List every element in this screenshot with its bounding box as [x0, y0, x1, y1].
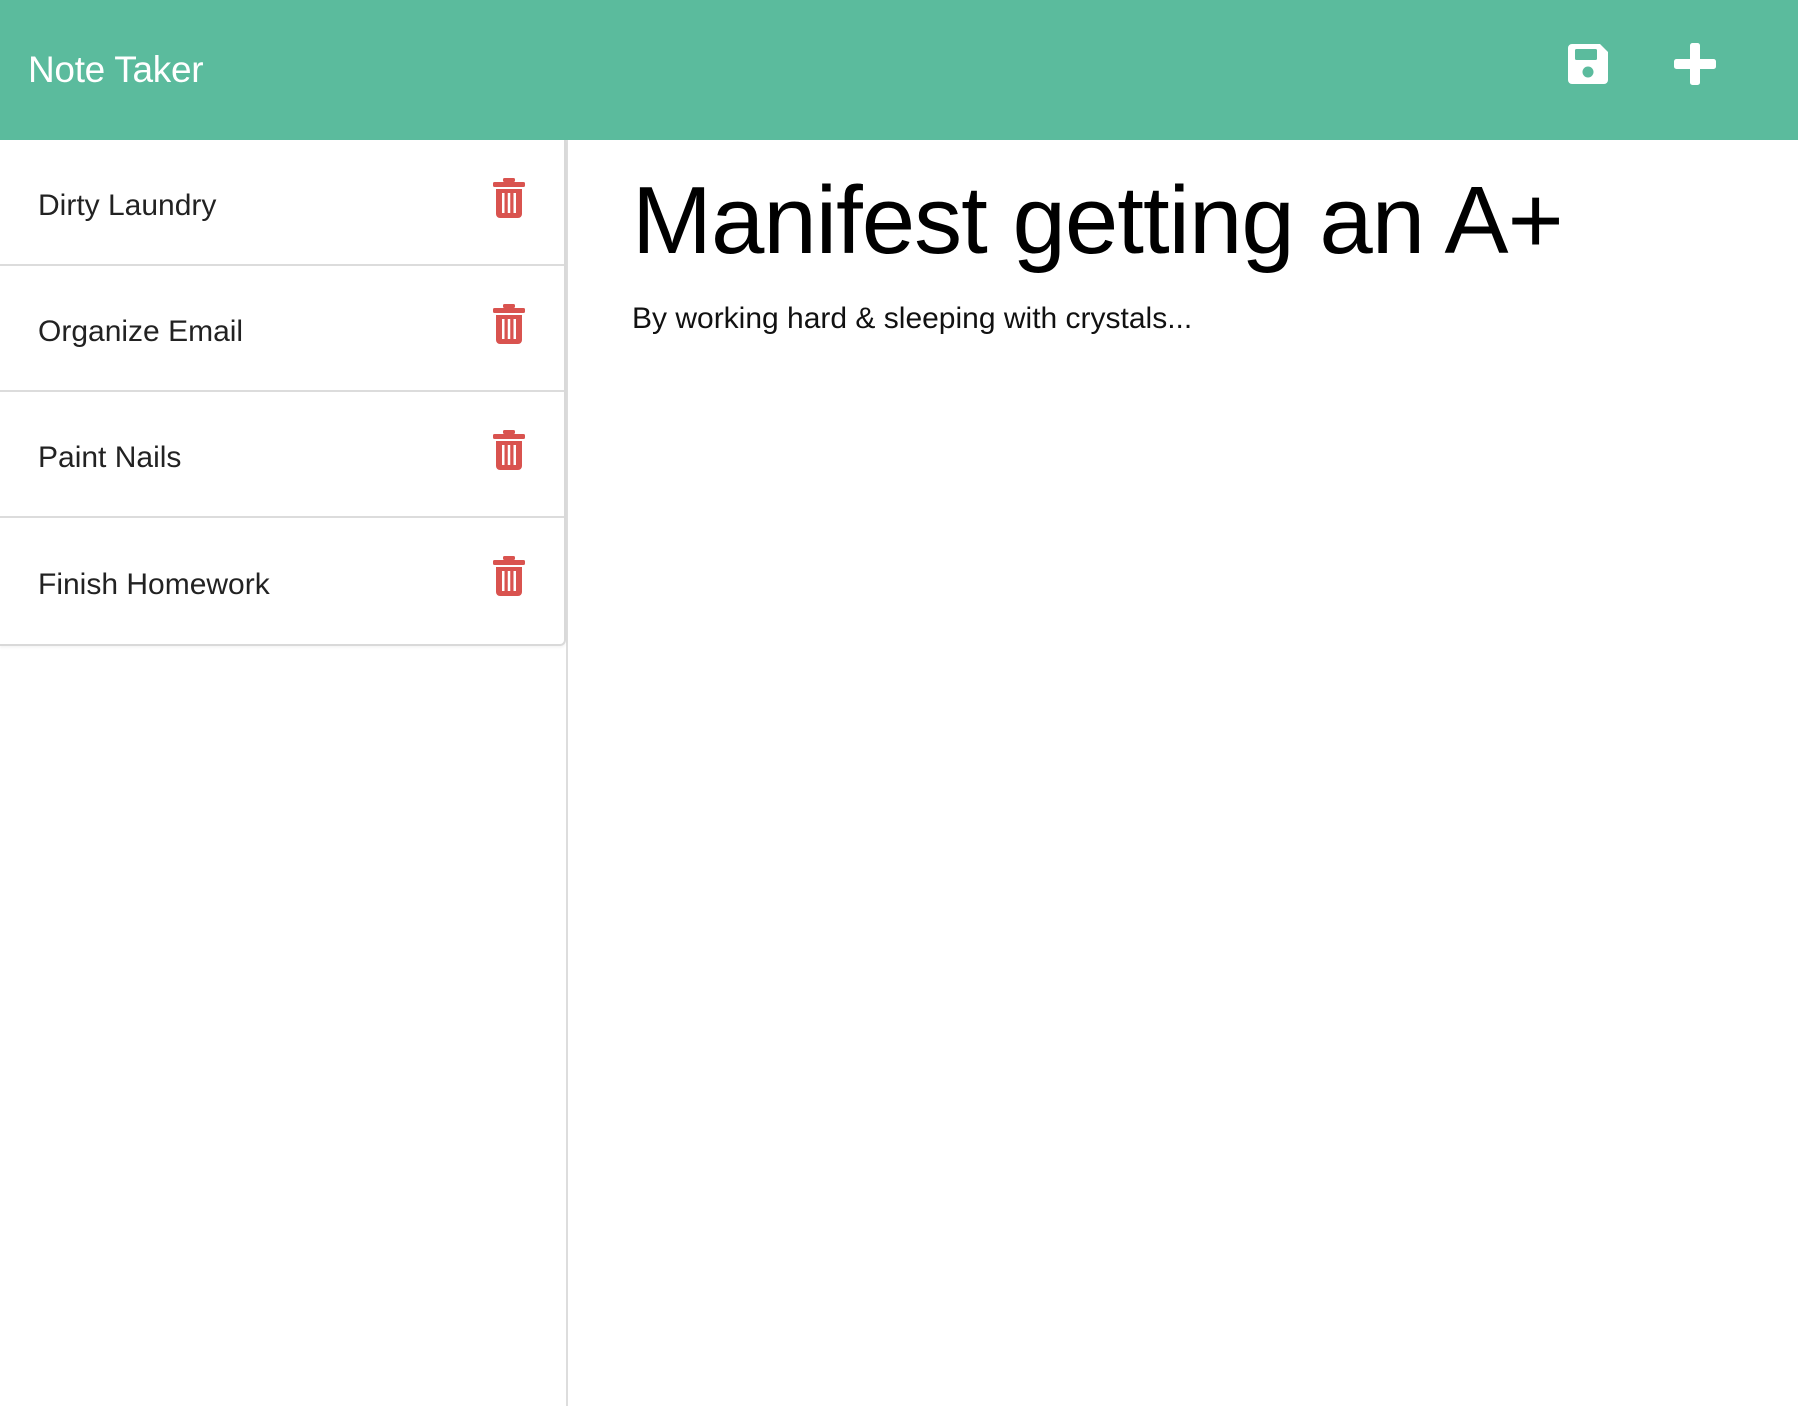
new-note-button[interactable] — [1665, 36, 1725, 96]
note-list-item-title[interactable]: Dirty Laundry — [38, 189, 216, 223]
note-text-field[interactable]: By working hard & sleeping with crystals… — [632, 302, 1798, 336]
trash-icon[interactable] — [492, 430, 526, 470]
trash-icon[interactable] — [492, 178, 526, 218]
note-list-item-title[interactable]: Paint Nails — [38, 441, 181, 475]
note-list-item[interactable]: Organize Email — [0, 266, 564, 392]
note-list: Dirty Laundry Organize Email Paint Nails… — [0, 140, 566, 646]
trash-icon[interactable] — [492, 304, 526, 344]
save-icon — [1564, 40, 1612, 93]
plus-icon — [1671, 40, 1719, 93]
save-note-button[interactable] — [1558, 36, 1618, 96]
sidebar: Dirty Laundry Organize Email Paint Nails… — [0, 140, 568, 1406]
navbar: Note Taker — [0, 0, 1798, 140]
app-title[interactable]: Note Taker — [28, 49, 204, 91]
note-list-item[interactable]: Paint Nails — [0, 392, 564, 518]
note-editor: Manifest getting an A+ By working hard &… — [570, 140, 1798, 1406]
note-title-field[interactable]: Manifest getting an A+ — [632, 168, 1798, 274]
note-list-item-title[interactable]: Finish Homework — [38, 568, 270, 602]
note-list-item[interactable]: Finish Homework — [0, 518, 564, 644]
note-list-item-title[interactable]: Organize Email — [38, 315, 243, 349]
trash-icon[interactable] — [492, 556, 526, 596]
note-list-item[interactable]: Dirty Laundry — [0, 140, 564, 266]
